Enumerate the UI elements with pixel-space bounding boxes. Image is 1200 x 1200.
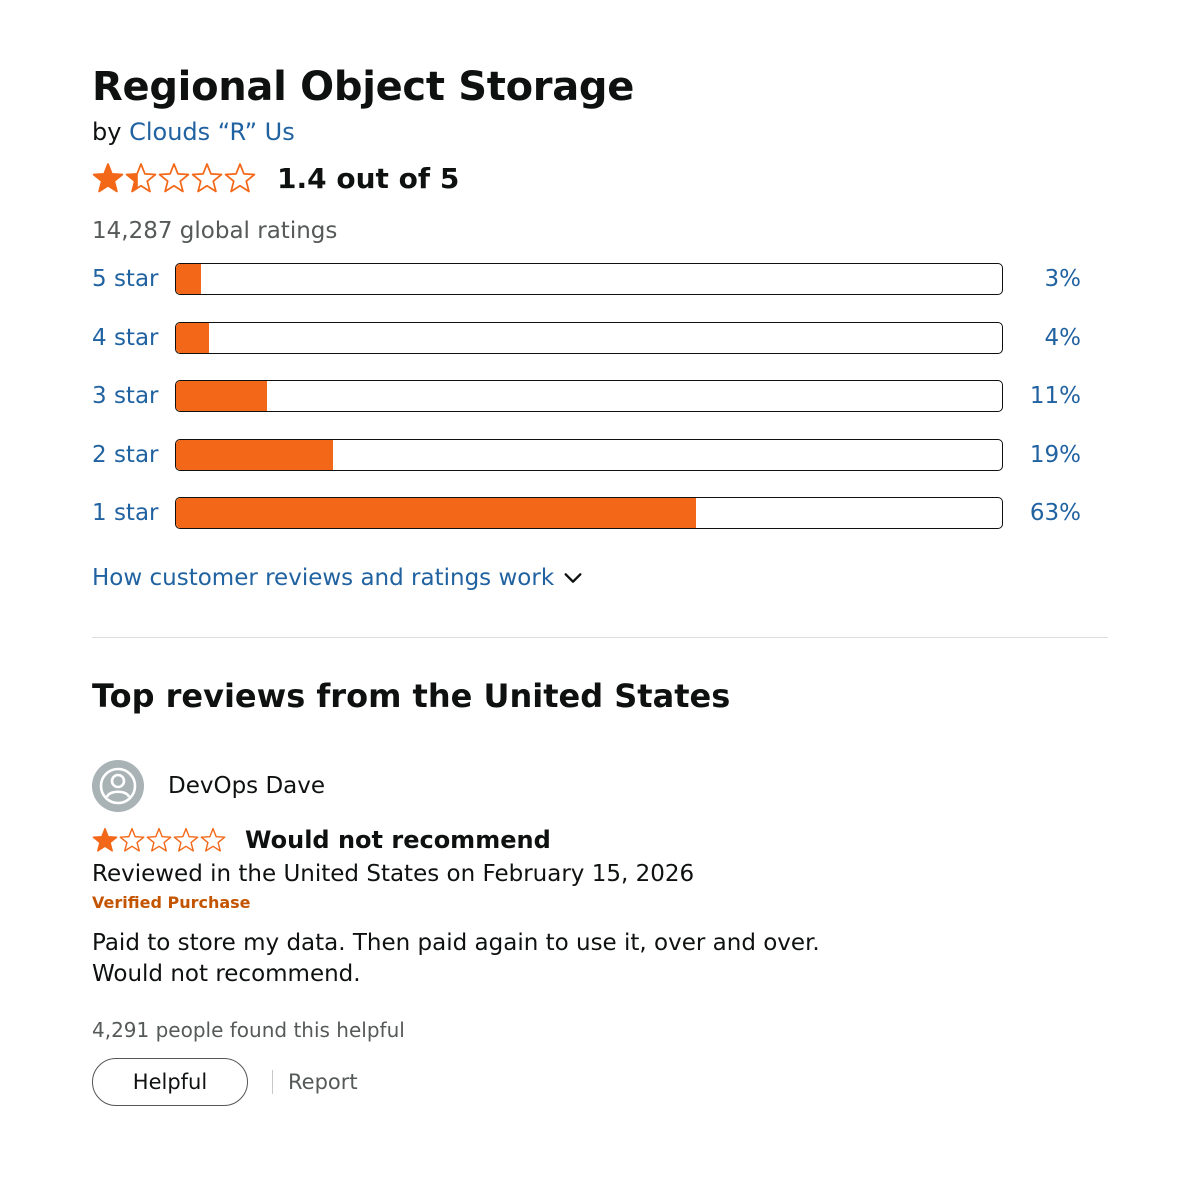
review-body-line: Paid to store my data. Then paid again t… bbox=[92, 929, 820, 956]
helpful-button[interactable]: Helpful bbox=[92, 1057, 248, 1106]
histogram-percent[interactable]: 19% bbox=[1003, 442, 1081, 468]
section-divider bbox=[92, 636, 1108, 638]
histogram-bar[interactable] bbox=[175, 263, 1003, 295]
star-icon bbox=[158, 163, 190, 193]
histogram-percent[interactable]: 4% bbox=[1003, 325, 1082, 351]
histogram-row[interactable]: 1 star 63% bbox=[92, 496, 1108, 530]
histogram-bar[interactable] bbox=[175, 438, 1003, 471]
star-icon bbox=[92, 163, 124, 193]
average-rating-row: 1.4 out of 5 bbox=[92, 160, 1108, 196]
histogram-star-label[interactable]: 5 star bbox=[92, 266, 175, 292]
histogram-star-label[interactable]: 2 star bbox=[92, 442, 175, 468]
star-icon bbox=[119, 827, 145, 852]
histogram-bar-fill bbox=[176, 322, 210, 353]
byline-prefix: by bbox=[92, 118, 122, 146]
histogram-row[interactable]: 3 star 11% bbox=[92, 379, 1108, 413]
histogram-bar[interactable] bbox=[175, 497, 1003, 530]
star-icon bbox=[200, 827, 226, 852]
review-body: Paid to store my data. Then paid again t… bbox=[92, 928, 1108, 990]
star-icon bbox=[92, 827, 118, 852]
histogram-bar-fill bbox=[176, 439, 333, 470]
histogram-percent[interactable]: 11% bbox=[1003, 383, 1081, 409]
histogram-bar[interactable] bbox=[175, 321, 1003, 354]
review-card: DevOps Dave Would not recommend Reviewed… bbox=[92, 759, 1108, 1106]
histogram-star-label[interactable]: 1 star bbox=[92, 500, 175, 526]
review-star-rating bbox=[92, 827, 227, 853]
review-body-line: Would not recommend. bbox=[92, 960, 361, 987]
histogram-percent[interactable]: 3% bbox=[1003, 266, 1082, 292]
how-reviews-work-label: How customer reviews and ratings work bbox=[92, 564, 555, 591]
rating-histogram: 5 star 3% 4 star 4% 3 star 11% 2 star 19% 1 star… bbox=[92, 262, 1108, 530]
helpful-count: 4,291 people found this helpful bbox=[92, 1017, 405, 1042]
product-title: Regional Object Storage bbox=[92, 64, 635, 110]
histogram-bar[interactable] bbox=[175, 380, 1003, 413]
histogram-star-label[interactable]: 4 star bbox=[92, 325, 175, 351]
reviewer-name: DevOps Dave bbox=[168, 772, 326, 799]
average-rating-label: 1.4 out of 5 bbox=[277, 161, 460, 195]
histogram-row[interactable]: 4 star 4% bbox=[92, 321, 1108, 355]
star-icon bbox=[146, 827, 172, 852]
average-star-rating[interactable] bbox=[92, 162, 257, 194]
review-date: Reviewed in the United States on Februar… bbox=[92, 860, 695, 887]
reviewer-profile[interactable]: DevOps Dave bbox=[92, 759, 1108, 812]
report-link[interactable]: Report bbox=[288, 1070, 358, 1094]
histogram-bar-fill bbox=[176, 264, 201, 294]
brand-link[interactable]: Clouds “R” Us bbox=[129, 118, 295, 146]
user-avatar-icon bbox=[92, 759, 144, 812]
top-reviews-heading: Top reviews from the United States bbox=[92, 676, 731, 715]
review-header: Would not recommend bbox=[92, 824, 1108, 856]
byline: by Clouds “R” Us bbox=[92, 116, 1108, 148]
star-icon bbox=[224, 163, 256, 193]
histogram-bar-fill bbox=[176, 381, 267, 412]
histogram-bar-fill bbox=[176, 498, 697, 529]
review-actions: Helpful Report bbox=[92, 1057, 1108, 1106]
star-icon bbox=[191, 163, 223, 193]
histogram-percent[interactable]: 63% bbox=[1003, 500, 1081, 526]
review-title[interactable]: Would not recommend bbox=[245, 826, 551, 854]
star-icon bbox=[125, 163, 157, 193]
histogram-row[interactable]: 2 star 19% bbox=[92, 438, 1108, 472]
review-summary-page: Regional Object Storage by Clouds “R” Us… bbox=[92, 62, 1108, 1106]
chevron-down-icon bbox=[564, 573, 582, 583]
global-ratings-count: 14,287 global ratings bbox=[92, 218, 338, 244]
star-icon bbox=[173, 827, 199, 852]
action-separator bbox=[272, 1069, 273, 1094]
how-reviews-work-link[interactable]: How customer reviews and ratings work bbox=[92, 565, 584, 591]
verified-purchase-badge: Verified Purchase bbox=[92, 892, 251, 912]
histogram-row[interactable]: 5 star 3% bbox=[92, 262, 1108, 296]
histogram-star-label[interactable]: 3 star bbox=[92, 383, 175, 409]
